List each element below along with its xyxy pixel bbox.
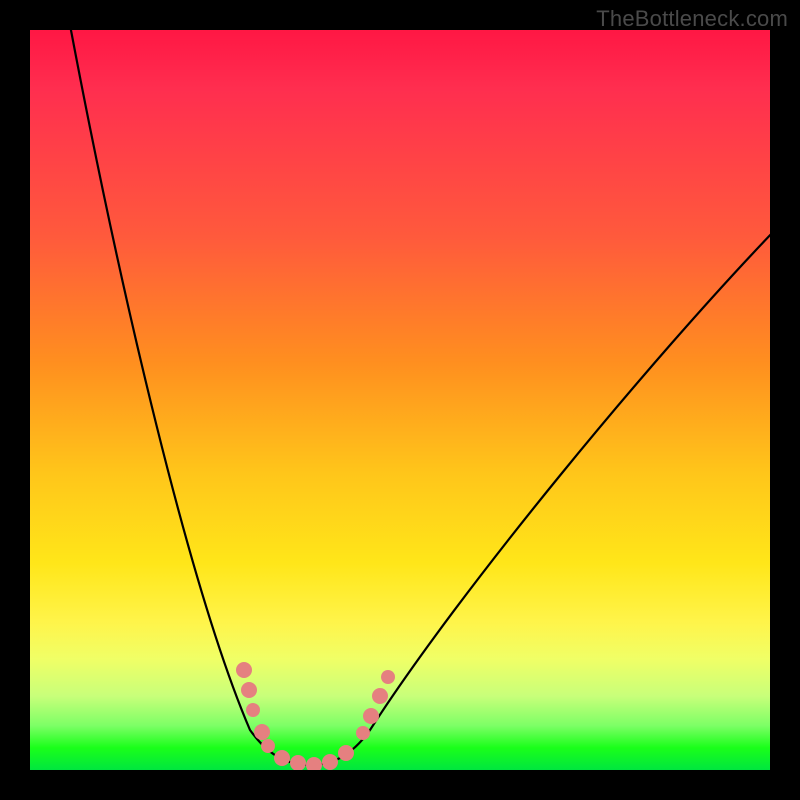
data-marker [306, 757, 322, 770]
data-marker [322, 754, 338, 770]
data-marker [241, 682, 257, 698]
curve-left [70, 30, 310, 765]
gradient-frame [30, 30, 770, 770]
data-marker [381, 670, 395, 684]
data-marker [338, 745, 354, 761]
curve-group [70, 30, 770, 765]
data-marker [363, 708, 379, 724]
data-marker [236, 662, 252, 678]
data-marker [274, 750, 290, 766]
data-marker [290, 755, 306, 770]
data-marker [261, 739, 275, 753]
data-marker [356, 726, 370, 740]
stage: TheBottleneck.com [0, 0, 800, 800]
data-marker [246, 703, 260, 717]
curve-right [310, 230, 770, 765]
watermark-text: TheBottleneck.com [596, 6, 788, 32]
chart-svg [30, 30, 770, 770]
data-marker [254, 724, 270, 740]
data-marker [372, 688, 388, 704]
markers-group [236, 662, 395, 770]
